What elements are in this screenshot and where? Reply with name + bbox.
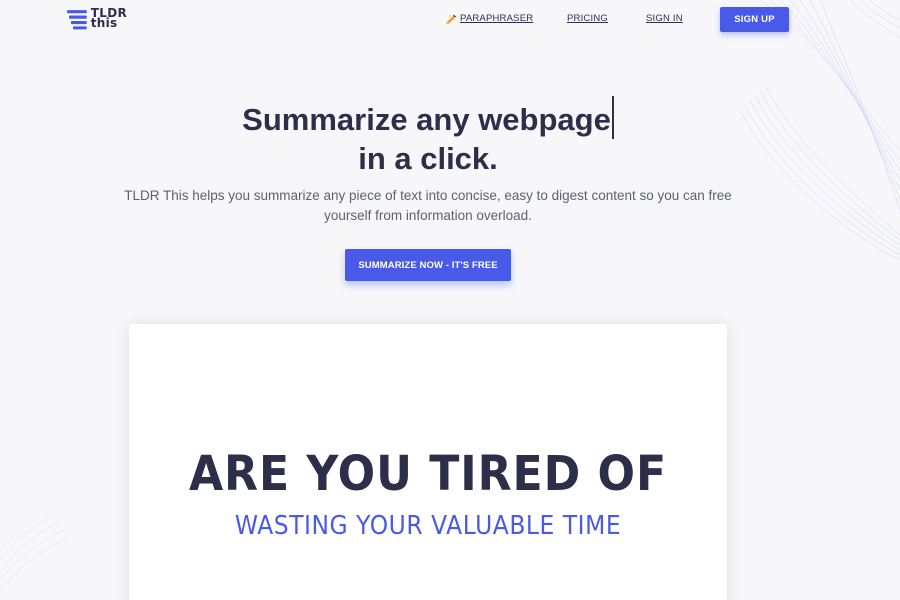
hero-title-line1-wrap: Summarize any webpage (0, 96, 856, 139)
sign-up-button[interactable]: SIGN UP (720, 7, 789, 32)
main-nav: PARAPHRASER PRICING SIGN IN SIGN UP (0, 0, 900, 40)
nav-link-paraphraser[interactable]: PARAPHRASER (446, 13, 533, 24)
page: TLDR this PARAPHRASER PRICING SIGN IN SI… (0, 0, 900, 600)
hero-title-line1: Summarize any webpage (242, 102, 611, 137)
hero-title: Summarize any webpage in a click. (0, 96, 856, 178)
nav-link-pricing[interactable]: PRICING (567, 13, 608, 24)
intro-video-card[interactable]: ARE YOU TIRED OF WASTING YOUR VALUABLE T… (129, 324, 727, 600)
video-subheadline: WASTING YOUR VALUABLE TIME (234, 511, 622, 541)
nav-link-sign-in[interactable]: SIGN IN (646, 13, 683, 24)
magic-wand-icon (446, 14, 457, 24)
summarize-now-button[interactable]: SUMMARIZE NOW - IT'S FREE (345, 249, 511, 281)
hero-title-line2: in a click. (358, 141, 498, 176)
video-headline: ARE YOU TIRED OF (188, 446, 668, 502)
nav-link-paraphraser-label: PARAPHRASER (460, 13, 534, 24)
text-cursor-caret (611, 96, 614, 139)
hero-subtitle: TLDR This helps you summarize any piece … (124, 188, 732, 223)
site-header: TLDR this PARAPHRASER PRICING SIGN IN SI… (0, 0, 900, 40)
